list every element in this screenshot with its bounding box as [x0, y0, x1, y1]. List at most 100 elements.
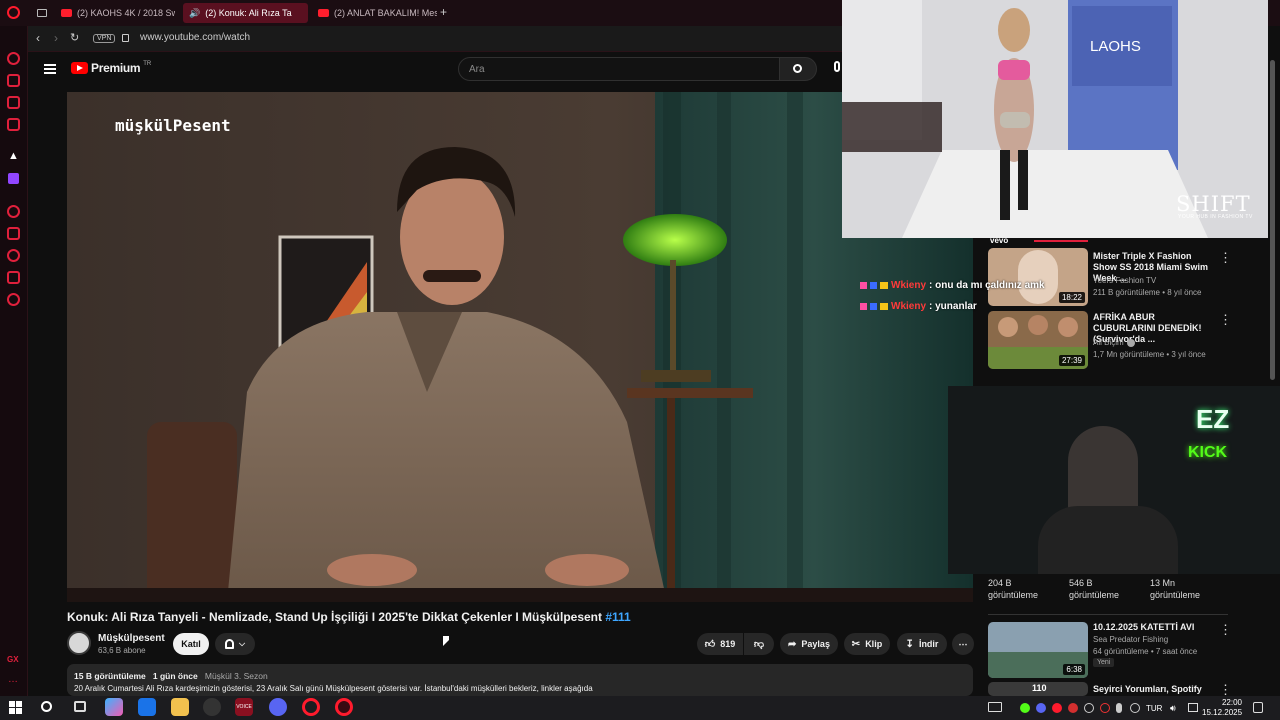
rec-title[interactable]: Seyirci Yorumları, Spotify Yıl	[1093, 684, 1209, 696]
network-icon[interactable]	[1188, 703, 1198, 712]
more-icon[interactable]: …	[8, 674, 18, 685]
tray-app-icon[interactable]	[1020, 703, 1030, 713]
rec-channel[interactable]: Ali Biçim	[1093, 338, 1233, 347]
rec-channel[interactable]: Yeers Fashion TV	[1093, 276, 1233, 285]
voicemeeter-icon[interactable]: VOICE	[235, 698, 253, 716]
tab-overview-icon[interactable]	[37, 9, 47, 17]
chat-badge-icon	[860, 303, 867, 310]
tab-konuk[interactable]: 🔊 (2) Konuk: Ali Rıza Ta	[183, 3, 308, 23]
twitch-icon[interactable]	[8, 173, 19, 184]
discord-icon[interactable]	[269, 698, 287, 716]
verified-icon	[1126, 338, 1135, 347]
channel-name[interactable]: Müşkülpesent	[98, 633, 165, 644]
file-explorer-icon[interactable]	[171, 698, 189, 716]
share-button[interactable]: ➦ Paylaş	[780, 633, 838, 655]
crown-icon	[880, 303, 888, 310]
season-tag[interactable]: Müşkül 3. Sezon	[205, 671, 268, 681]
video-hashtag[interactable]: #111	[605, 610, 630, 624]
rec-meta: 211 B görüntüleme • 8 yıl önce	[1093, 288, 1202, 297]
channel-subscribers: 63,6 B abone	[98, 646, 146, 655]
opera-icon[interactable]	[302, 698, 320, 716]
obs-icon[interactable]	[203, 698, 221, 716]
bluetooth-icon[interactable]	[1130, 703, 1140, 713]
mic-icon[interactable]	[1116, 703, 1122, 713]
search-placeholder: Ara	[469, 64, 485, 75]
pin-icon[interactable]	[7, 227, 20, 240]
tray-app-icon[interactable]	[1100, 703, 1110, 713]
tab-label: (2) ANLAT BAKALIM! Mes	[334, 8, 437, 18]
new-tab-button[interactable]: +	[440, 5, 447, 19]
opera-logo-icon[interactable]	[7, 6, 20, 19]
youtube-logo[interactable]: Premium TR	[71, 61, 151, 75]
dislike-button[interactable]: 👎︎	[744, 633, 774, 655]
aria-icon[interactable]: ▲	[8, 150, 19, 162]
channel-avatar[interactable]	[67, 631, 91, 655]
more-actions-icon[interactable]: ⋮	[1219, 622, 1232, 638]
url-field[interactable]: www.youtube.com/watch	[140, 32, 250, 43]
instagram-icon[interactable]	[7, 118, 20, 131]
forward-icon[interactable]: ›	[54, 31, 58, 45]
subscribed-button[interactable]: ⌵	[215, 633, 255, 655]
search-button[interactable]	[779, 57, 817, 81]
gx-badge: GX	[7, 655, 19, 664]
tray-app-icon[interactable]	[1036, 703, 1046, 713]
copilot-icon[interactable]	[105, 698, 123, 716]
speaker-icon[interactable]: 🔊︎	[1170, 703, 1176, 714]
language-indicator[interactable]: TUR	[1146, 704, 1162, 713]
like-button[interactable]: 👍︎ 819	[697, 633, 743, 655]
more-actions-button[interactable]: ⋯	[952, 633, 974, 655]
rec-thumbnail[interactable]: 18:22	[988, 248, 1088, 306]
youtube-icon	[318, 9, 329, 17]
extensions-icon[interactable]	[7, 271, 20, 284]
video-title: Konuk: Ali Rıza Tanyeli - Nemlizade, Sta…	[67, 610, 967, 624]
tray-app-icon[interactable]	[1052, 703, 1062, 713]
stat-label: görüntüleme	[1150, 590, 1201, 600]
voice-search-icon[interactable]	[834, 61, 840, 72]
search-input[interactable]: Ara	[458, 57, 780, 81]
stat-item: 546 B görüntüleme	[1069, 577, 1119, 601]
rec-thumbnail[interactable]: 110	[988, 682, 1088, 696]
reload-icon[interactable]: ↻	[70, 31, 79, 44]
mail-icon[interactable]	[138, 698, 156, 716]
search-icon[interactable]	[41, 701, 52, 712]
vpn-badge[interactable]: VPN	[93, 34, 116, 43]
rec-thumbnail[interactable]: 6:38	[988, 622, 1088, 678]
rec-channel[interactable]: Sea Predator Fishing	[1093, 635, 1233, 644]
tray-app-icon[interactable]	[1068, 703, 1078, 713]
speaker-icon[interactable]: 🔊	[189, 8, 200, 19]
player-icon[interactable]	[7, 205, 20, 218]
tray-app-icon[interactable]	[1084, 703, 1094, 713]
speed-dial-icon[interactable]	[7, 52, 20, 65]
rec-thumbnail[interactable]: 27:39	[988, 311, 1088, 369]
tab-anlat-bakalim[interactable]: (2) ANLAT BAKALIM! Mes	[312, 3, 437, 23]
clock[interactable]: 22:00 15.12.2025	[1202, 698, 1242, 718]
bag-icon[interactable]	[7, 74, 20, 87]
notification-icon[interactable]	[988, 702, 1002, 712]
thumbs-down-icon: 👎︎	[753, 639, 765, 650]
video-player[interactable]: müşkülPesent	[67, 92, 973, 602]
page-scrollbar[interactable]	[1270, 60, 1275, 380]
menu-icon[interactable]	[44, 64, 56, 74]
more-horizontal-icon: ⋯	[958, 638, 968, 649]
join-button[interactable]: Katıl	[173, 633, 209, 655]
download-button[interactable]: ↧ İndir	[897, 633, 947, 655]
task-view-icon[interactable]	[74, 701, 86, 712]
more-actions-icon[interactable]: ⋮	[1219, 312, 1232, 328]
back-icon[interactable]: ‹	[36, 31, 40, 45]
clip-button[interactable]: ✂ Klip	[844, 633, 890, 655]
description-box[interactable]: 15 B görüntüleme 1 gün önce Müşkül 3. Se…	[67, 664, 973, 696]
rec-title[interactable]: 10.12.2025 KATETTİ AVI	[1093, 622, 1209, 633]
messenger-icon[interactable]	[7, 96, 20, 109]
mouse-cursor-icon	[443, 636, 449, 646]
notifications-center-icon[interactable]	[1253, 702, 1263, 713]
windows-start-icon[interactable]	[9, 701, 22, 714]
chat-line: Wkieny : yunanlar	[860, 301, 977, 312]
history-icon[interactable]	[7, 249, 20, 262]
tab-kaohs[interactable]: (2) KAOHS 4K / 2018 Swi	[55, 3, 175, 23]
opera-gx-icon[interactable]	[335, 698, 353, 716]
more-actions-icon[interactable]: ⋮	[1219, 250, 1232, 266]
vevo-label: vevo	[990, 236, 1009, 245]
crown-icon	[880, 282, 888, 289]
settings-gear-icon[interactable]	[7, 293, 20, 306]
scissors-icon: ✂	[851, 638, 861, 650]
